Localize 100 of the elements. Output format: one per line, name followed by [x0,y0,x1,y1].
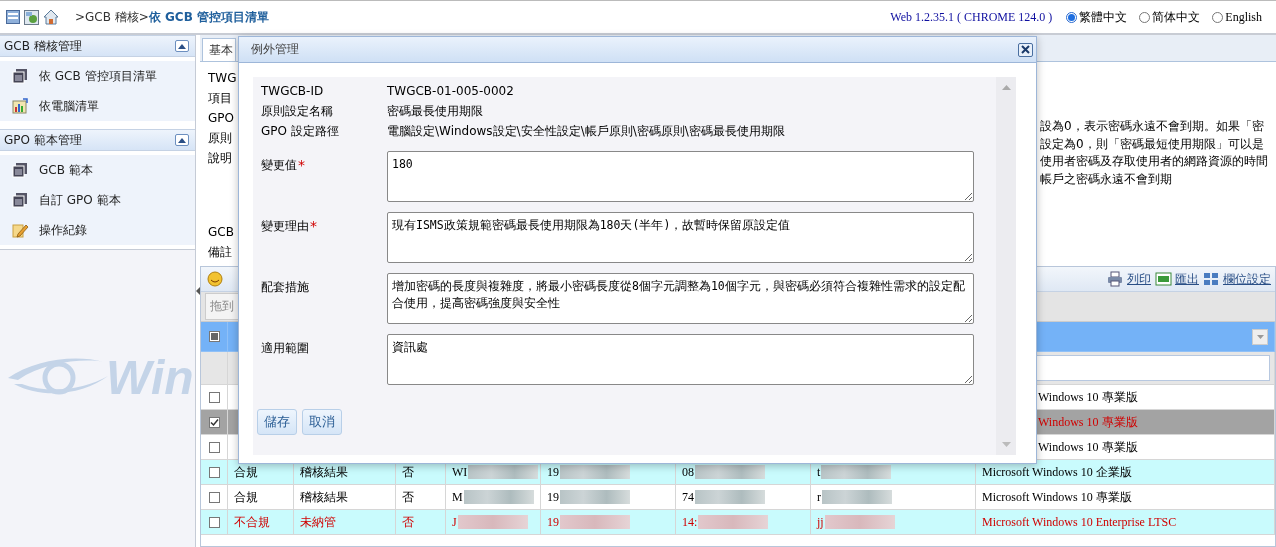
dialog-title: 例外管理 [251,41,299,58]
toolbar-link[interactable]: 欄位設定 [1223,270,1271,288]
collapse-arrow-icon[interactable] [196,287,200,295]
table-cell: WI [452,464,468,480]
row-checkbox[interactable] [208,466,220,478]
table-cell: 19 [547,464,559,480]
collapse-button[interactable] [175,40,189,52]
dialog-button[interactable]: 儲存 [257,409,297,435]
section-header[interactable]: GCB 稽核管理 [0,35,195,57]
menu-item-label[interactable]: 依 GCB 管控項目清單 [39,67,157,85]
table-cell: jj [817,514,824,530]
table-cell: 否 [402,463,414,481]
language-label[interactable]: English [1225,9,1262,25]
close-button[interactable] [1018,42,1033,57]
table-cell: Windows 10 專業版 [1038,413,1138,431]
window-icon [12,68,29,84]
field-label: TWG [208,70,238,87]
table-cell: 不合規 [234,513,270,531]
table-row[interactable]: 不合規 未納管 否 J 19 14: jj Microsoft Windows 10 Enterprise LTSC [201,510,1275,535]
text-area[interactable]: 180 [387,151,974,202]
info-label: 原則設定名稱 [261,103,334,120]
dropdown-button[interactable] [1252,328,1268,345]
table-cell: 19 [547,514,559,530]
toolbar-link[interactable]: 列印 [1127,270,1151,288]
table-cell: t [817,464,821,480]
version-text: Web 1.2.35.1 ( CHROME 124.0 ) [890,9,1053,25]
pencil-icon [12,222,29,238]
menu-item[interactable]: 自訂 GPO 範本 [0,185,195,215]
field-label: 備註 [208,244,233,261]
field-label: 項目 [208,90,233,107]
required-mark: * [298,157,305,175]
window-icon[interactable] [6,10,20,24]
info-value: 密碼最長使用期限 [387,103,483,120]
field-label: 原則 [208,130,233,147]
field-label: 配套措施 [261,279,309,296]
table-cell: 19 [547,489,559,505]
table-cell: Windows 10 專業版 [1038,438,1138,456]
table-cell: 14: [682,514,698,530]
spreadsheet-icon [1155,271,1172,287]
smiley-icon [207,271,223,287]
radio-button[interactable] [1139,11,1151,23]
table-cell: 稽核結果 [300,488,348,506]
info-value: TWGCB-01-005-0002 [387,83,514,100]
description-line: 帳戶之密碼永遠不會到期 [1040,170,1173,188]
menu-item-label[interactable]: 操作紀錄 [39,221,87,239]
menu-item-label[interactable]: 依電腦清單 [39,97,99,115]
section-header[interactable]: GPO 範本管理 [0,129,195,151]
description-line: 使用者密碼及存取使用者的網路資源的時間 [1040,153,1268,170]
table-cell: Windows 10 專業版 [1038,388,1138,406]
menu-item[interactable]: 操作紀錄 [0,215,195,245]
menu-item[interactable]: 依 GCB 管控項目清單 [0,61,195,91]
text-area[interactable]: 現有ISMS政策規範密碼最長使用期限為180天(半年)，故暫時保留原設定值 [387,212,974,263]
breadcrumb: >GCB 稽核>依 GCB 管控項目清單 [75,8,269,26]
field-label: 說明 [208,150,233,167]
dialog-button[interactable]: 取消 [302,409,342,435]
table-cell: 合規 [234,488,258,506]
section-title: GCB 稽核管理 [4,37,82,55]
home-icon[interactable] [43,9,59,25]
language-label[interactable]: 繁體中文 [1079,8,1128,26]
table-cell: 否 [402,513,414,531]
row-checkbox[interactable] [208,516,220,528]
tab[interactable]: 基本 [202,38,236,61]
info-label: TWGCB-ID [261,83,325,100]
table-cell: r [817,489,821,505]
field-label: 適用範圍 [261,340,309,357]
field-label: 變更理由 [261,218,309,235]
menu-item-label[interactable]: 自訂 GPO 範本 [39,191,121,209]
picture-icon[interactable] [24,9,39,25]
columns-icon [1203,271,1220,287]
window-icon [12,162,29,178]
row-checkbox[interactable] [208,391,220,403]
field-label: GPO [208,110,235,127]
caret-icon [1256,334,1264,339]
select-all-checkbox[interactable] [208,331,220,342]
field-label: GCB [208,224,235,241]
radio-button[interactable] [1212,11,1224,23]
row-checkbox[interactable] [208,416,220,428]
table-cell: Microsoft Windows 10 Enterprise LTSC [982,514,1177,530]
table-cell: 08 [682,464,694,480]
language-label[interactable]: 简体中文 [1152,8,1201,26]
collapse-button[interactable] [175,134,189,146]
caret-icon [178,43,186,49]
menu-item[interactable]: GCB 範本 [0,155,195,185]
toolbar-link[interactable]: 匯出 [1175,270,1199,288]
row-checkbox[interactable] [208,441,220,453]
radio-button[interactable] [1066,11,1078,23]
info-label: GPO 設定路徑 [261,123,340,140]
section-title: GPO 範本管理 [4,131,82,149]
table-cell: Microsoft Windows 10 企業版 [982,463,1132,481]
row-checkbox[interactable] [208,491,220,503]
printer-icon [1107,271,1124,287]
text-area[interactable]: 增加密碼的長度與複雜度，將最小密碼長度從8個字元調整為10個字元，與密碼必須符合複雜性需求的設定配合使用，提高密碼強度與安全性 [387,273,974,324]
menu-item-label[interactable]: GCB 範本 [39,161,93,179]
field-label: 變更值 [261,157,297,174]
text-area[interactable]: 資訊處 [387,334,974,385]
table-cell: 未納管 [300,513,336,531]
menu-item[interactable]: 依電腦清單 [0,91,195,121]
table-cell: 合規 [234,463,258,481]
description-line: 設為0，表示密碼永遠不會到期。如果「密 [1040,118,1265,135]
table-cell: 稽核結果 [300,463,348,481]
